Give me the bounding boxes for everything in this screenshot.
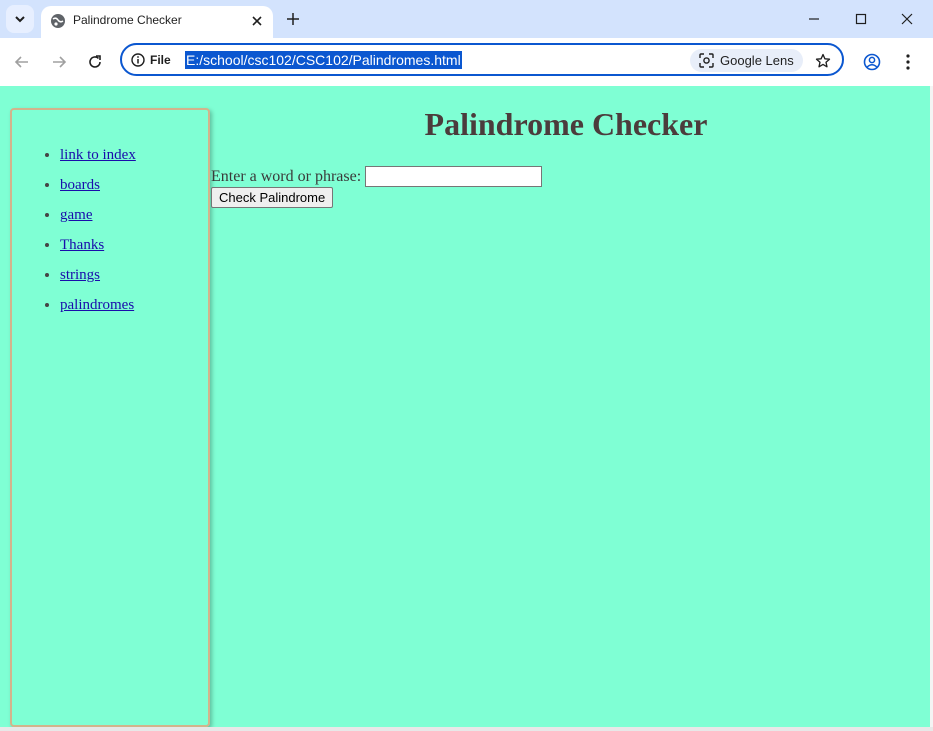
active-tab[interactable]: Palindrome Checker <box>41 6 273 38</box>
profile-icon <box>863 53 881 71</box>
nav-link-strings[interactable]: strings <box>60 267 100 283</box>
tab-close-button[interactable] <box>249 13 265 29</box>
google-lens-button[interactable]: Google Lens <box>690 49 803 72</box>
nav-list: link to index boards game Thanks strings… <box>12 140 136 320</box>
info-icon <box>131 53 145 67</box>
tab-search-button[interactable] <box>6 5 34 33</box>
sidebar-nav: link to index boards game Thanks strings… <box>10 108 210 727</box>
nav-link-palindromes[interactable]: palindromes <box>60 297 134 313</box>
page-title: Palindrome Checker <box>424 106 708 142</box>
minimize-icon <box>809 18 819 20</box>
maximize-button[interactable] <box>851 9 871 29</box>
close-icon <box>901 13 913 25</box>
list-item: link to index <box>60 140 136 170</box>
minimize-button[interactable] <box>804 9 824 29</box>
tab-title: Palindrome Checker <box>73 13 182 27</box>
list-item: palindromes <box>60 290 136 320</box>
page-content: link to index boards game Thanks strings… <box>0 86 930 727</box>
menu-button[interactable] <box>898 52 918 72</box>
back-button[interactable] <box>12 52 32 72</box>
star-icon <box>815 53 831 68</box>
more-vert-icon <box>906 54 910 70</box>
palindrome-form: Enter a word or phrase: <box>211 166 543 187</box>
google-lens-label: Google Lens <box>720 53 794 68</box>
nav-link-boards[interactable]: boards <box>60 177 100 193</box>
check-palindrome-button[interactable]: Check Palindrome <box>211 187 334 208</box>
close-window-button[interactable] <box>897 9 917 29</box>
url-text[interactable]: E:/school/csc102/CSC102/Palindromes.html <box>185 51 462 69</box>
site-info-chip[interactable]: File <box>131 51 171 69</box>
close-icon <box>252 16 262 26</box>
arrow-left-icon <box>14 56 28 68</box>
globe-icon <box>51 14 65 28</box>
profile-button[interactable] <box>862 52 882 72</box>
word-input[interactable] <box>365 166 543 187</box>
bottom-edge <box>0 727 933 731</box>
forward-button[interactable] <box>49 52 69 72</box>
maximize-icon <box>855 13 867 25</box>
reload-button[interactable] <box>85 52 105 72</box>
list-item: strings <box>60 260 136 290</box>
arrow-right-icon <box>53 56 67 68</box>
nav-link-game[interactable]: game <box>60 207 92 223</box>
site-info-label: File <box>150 53 171 67</box>
chevron-down-icon <box>15 16 25 23</box>
input-label: Enter a word or phrase: <box>211 167 362 185</box>
list-item: boards <box>60 170 136 200</box>
browser-toolbar: File E:/school/csc102/CSC102/Palindromes… <box>0 38 933 87</box>
list-item: Thanks <box>60 230 136 260</box>
tab-strip: Palindrome Checker <box>0 0 933 38</box>
address-bar[interactable]: File E:/school/csc102/CSC102/Palindromes… <box>120 43 844 76</box>
list-item: game <box>60 200 136 230</box>
bookmark-button[interactable] <box>813 51 833 71</box>
new-tab-button[interactable] <box>283 9 303 29</box>
plus-icon <box>287 13 299 25</box>
reload-icon <box>89 55 101 68</box>
nav-link-thanks[interactable]: Thanks <box>60 237 104 253</box>
lens-icon <box>699 53 714 68</box>
nav-link-index[interactable]: link to index <box>60 147 136 163</box>
